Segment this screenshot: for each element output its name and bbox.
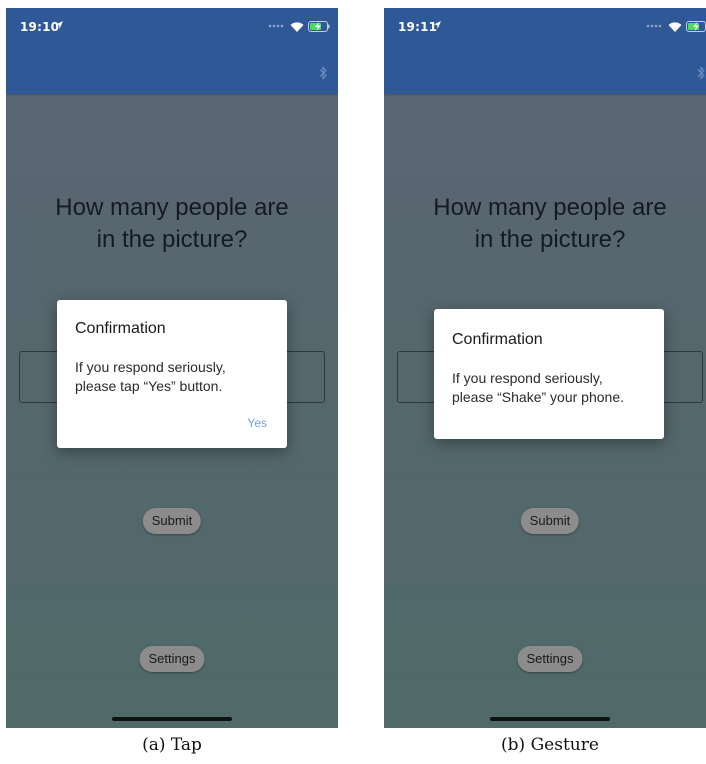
settings-button[interactable]: Settings	[517, 646, 583, 672]
app-bar	[384, 42, 706, 94]
question-line-1: How many people are	[433, 194, 667, 221]
status-bar: 19:11	[384, 8, 706, 42]
bluetooth-icon[interactable]	[318, 66, 328, 80]
location-arrow-icon	[56, 21, 63, 29]
question-line-1: How many people are	[55, 194, 289, 221]
wifi-icon	[290, 21, 304, 32]
dialog-message: If you respond seriously, please tap “Ye…	[75, 358, 280, 396]
caption-tap: (a) Tap	[142, 735, 202, 755]
app-bar	[6, 42, 338, 94]
question-text: How many people are in the picture?	[384, 192, 706, 256]
dialog-message-line-1: If you respond seriously,	[452, 370, 603, 386]
dialog-title: Confirmation	[75, 320, 166, 337]
status-icons	[646, 18, 706, 34]
phone-screen-tap: 19:10 How many people are in the picture…	[6, 8, 338, 728]
confirmation-dialog: Confirmation If you respond seriously, p…	[434, 309, 664, 439]
question-line-2: in the picture?	[474, 226, 626, 253]
dialog-message: If you respond seriously, please “Shake”…	[452, 369, 657, 407]
battery-charging-icon	[686, 20, 706, 32]
caption-gesture: (b) Gesture	[501, 735, 599, 755]
status-bar: 19:10	[6, 8, 338, 42]
dialog-title: Confirmation	[452, 331, 543, 348]
home-indicator[interactable]	[112, 717, 232, 721]
question-line-2: in the picture?	[96, 226, 248, 253]
signal-dots-icon	[646, 24, 662, 28]
status-time: 19:10	[20, 20, 60, 34]
bluetooth-icon[interactable]	[696, 66, 706, 80]
battery-charging-icon	[308, 20, 330, 32]
home-indicator[interactable]	[490, 717, 610, 721]
signal-dots-icon	[268, 24, 284, 28]
dialog-message-line-2: please tap “Yes” button.	[75, 378, 223, 394]
phone-screen-gesture: 19:11 How many people are in the picture…	[384, 8, 706, 728]
question-text: How many people are in the picture?	[6, 192, 338, 256]
wifi-icon	[668, 21, 682, 32]
dialog-message-line-1: If you respond seriously,	[75, 359, 226, 375]
confirmation-dialog: Confirmation If you respond seriously, p…	[57, 300, 287, 448]
status-time: 19:11	[398, 20, 438, 34]
dialog-message-line-2: please “Shake” your phone.	[452, 389, 624, 405]
yes-button[interactable]: Yes	[247, 416, 267, 430]
status-icons	[268, 18, 330, 34]
submit-button[interactable]: Submit	[520, 508, 580, 534]
location-arrow-icon	[434, 21, 441, 29]
settings-button[interactable]: Settings	[139, 646, 205, 672]
submit-button[interactable]: Submit	[142, 508, 202, 534]
